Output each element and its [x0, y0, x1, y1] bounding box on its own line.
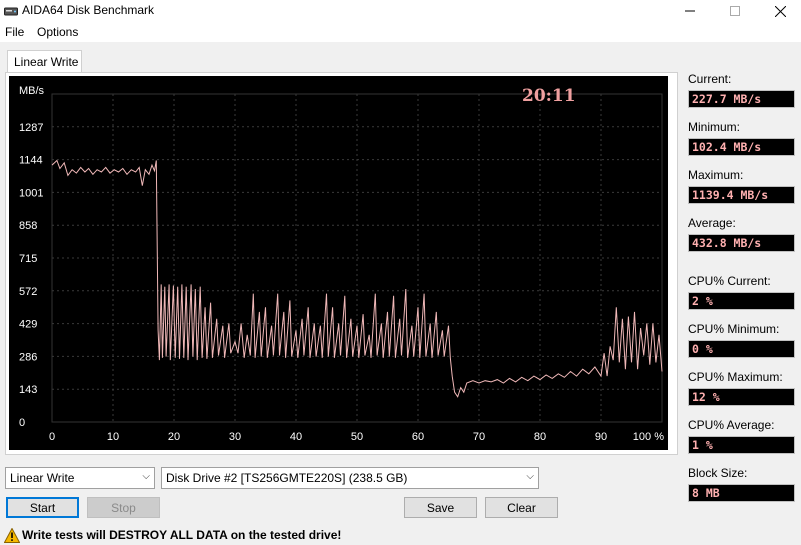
- minimum-value: 102.4 MB/s: [688, 138, 795, 156]
- block-size-value: 8 MB: [688, 484, 795, 502]
- y-tick-label: 858: [19, 220, 37, 232]
- warning-text: Write tests will DESTROY ALL DATA on the…: [22, 528, 342, 542]
- benchmark-chart: 1287 1144 1001 858 715 572 429 286 143 0 MB/s 0 10 20…: [9, 76, 668, 450]
- y-axis-label: MB/s: [19, 85, 45, 97]
- maximum-label: Maximum:: [688, 168, 744, 182]
- minimize-icon: [685, 10, 695, 12]
- drive-select[interactable]: Disk Drive #2 [TS256GMTE220S] (238.5 GB)…: [161, 467, 539, 489]
- y-tick-label: 572: [19, 286, 37, 298]
- y-tick-label: 715: [19, 253, 37, 265]
- close-icon: [774, 5, 786, 17]
- cpu-minimum-label: CPU% Minimum:: [688, 322, 780, 336]
- chevron-down-icon: ⌵: [526, 471, 534, 482]
- x-tick-label: 70: [473, 431, 485, 443]
- drive-select-value: Disk Drive #2 [TS256GMTE220S] (238.5 GB): [166, 471, 408, 485]
- test-type-select[interactable]: Linear Write ⌵: [5, 467, 155, 489]
- chevron-down-icon: ⌵: [142, 471, 150, 482]
- x-tick-label: 0: [49, 431, 55, 443]
- x-tick-label: 20: [168, 431, 180, 443]
- y-tick-label: 0: [19, 417, 25, 429]
- y-tick-label: 1144: [19, 155, 43, 167]
- y-tick-label: 429: [19, 319, 37, 331]
- chart-svg: 1287 1144 1001 858 715 572 429 286 143 0 MB/s 0 10 20…: [19, 85, 664, 443]
- maximum-value: 1139.4 MB/s: [688, 186, 795, 204]
- cpu-current-value: 2 %: [688, 292, 795, 310]
- current-value: 227.7 MB/s: [688, 90, 795, 108]
- y-tick-label: 1001: [19, 187, 43, 199]
- cpu-average-value: 1 %: [688, 436, 795, 454]
- menu-file[interactable]: File: [5, 25, 24, 39]
- title-bar: AIDA64 Disk Benchmark: [0, 0, 801, 22]
- x-tick-label: 100 %: [633, 431, 664, 443]
- current-label: Current:: [688, 72, 732, 86]
- menu-options[interactable]: Options: [37, 25, 78, 39]
- y-tick-label: 143: [19, 384, 37, 396]
- tab-linear-write[interactable]: Linear Write: [7, 50, 82, 72]
- clear-button[interactable]: Clear: [485, 497, 558, 518]
- test-type-select-value: Linear Write: [10, 471, 75, 485]
- x-tick-label: 40: [290, 431, 302, 443]
- close-button[interactable]: [757, 0, 801, 22]
- x-tick-label: 50: [351, 431, 363, 443]
- window-title: AIDA64 Disk Benchmark: [22, 3, 155, 17]
- warning-icon: [4, 528, 20, 543]
- cpu-average-label: CPU% Average:: [688, 418, 775, 432]
- menu-bar: File Options: [0, 22, 801, 42]
- x-tick-label: 30: [229, 431, 241, 443]
- chart-time-label: 20:11: [522, 86, 576, 106]
- block-size-label: Block Size:: [688, 466, 748, 480]
- cpu-maximum-label: CPU% Maximum:: [688, 370, 783, 384]
- disk-drive-icon: [4, 7, 18, 16]
- y-tick-label: 286: [19, 351, 37, 363]
- save-button[interactable]: Save: [404, 497, 477, 518]
- start-button[interactable]: Start: [6, 497, 79, 518]
- cpu-maximum-value: 12 %: [688, 388, 795, 406]
- x-tick-label: 80: [534, 431, 546, 443]
- x-tick-label: 90: [595, 431, 607, 443]
- average-label: Average:: [688, 216, 736, 230]
- minimum-label: Minimum:: [688, 120, 741, 134]
- x-tick-label: 60: [412, 431, 424, 443]
- y-tick-label: 1287: [19, 122, 43, 134]
- cpu-minimum-value: 0 %: [688, 340, 795, 358]
- x-tick-label: 10: [107, 431, 119, 443]
- stop-button[interactable]: Stop: [87, 497, 160, 518]
- minimize-button[interactable]: [667, 0, 713, 22]
- maximize-button[interactable]: [712, 0, 758, 22]
- cpu-current-label: CPU% Current:: [688, 274, 771, 288]
- maximize-icon: [730, 6, 740, 16]
- average-value: 432.8 MB/s: [688, 234, 795, 252]
